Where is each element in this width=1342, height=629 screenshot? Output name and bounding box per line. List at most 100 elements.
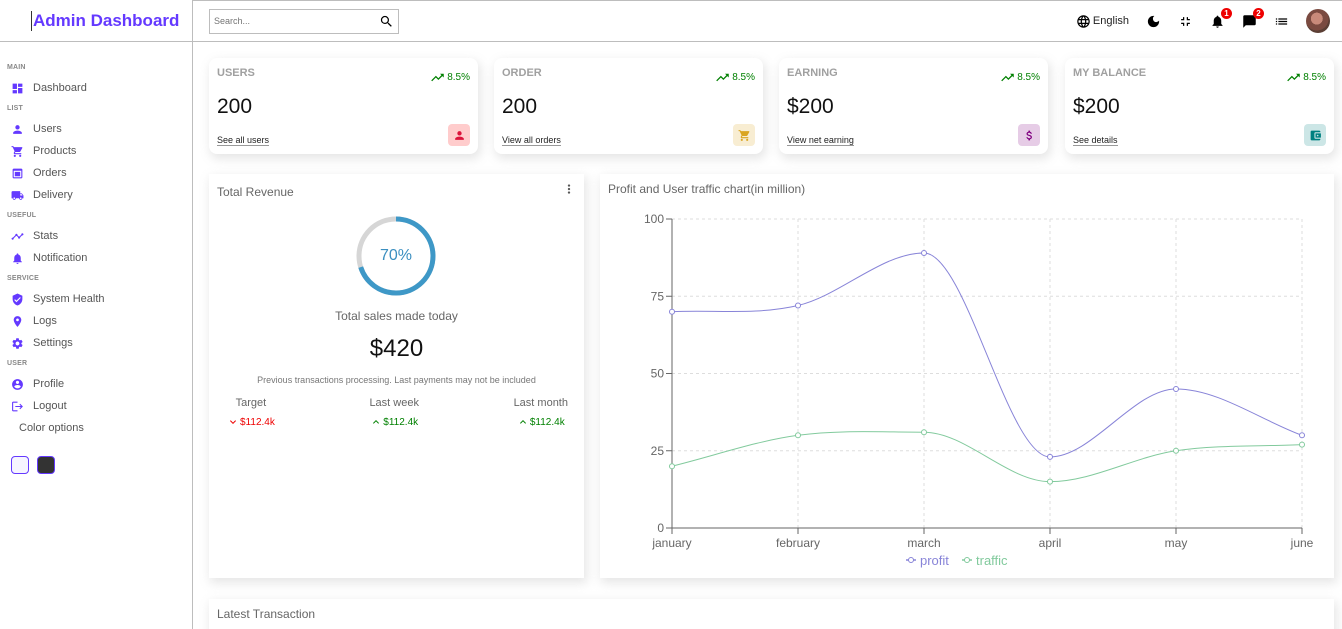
data-point-traffic[interactable] (1299, 441, 1305, 448)
sidebar-item-notification[interactable]: Notification (7, 247, 192, 269)
messages-button[interactable]: 2 (1242, 7, 1264, 29)
shield-icon (12, 293, 23, 305)
data-point-profit[interactable] (795, 302, 801, 309)
logs-icon (13, 315, 22, 327)
x-tick-label: april (1039, 536, 1062, 550)
data-point-traffic[interactable] (921, 429, 927, 436)
data-point-profit[interactable] (1047, 453, 1053, 460)
legend-marker-profit (908, 557, 914, 563)
widget-link[interactable]: View net earning (787, 135, 854, 146)
summary-value: $112.4k (369, 416, 419, 428)
y-tick-label: 100 (644, 212, 664, 226)
language-selector[interactable]: English (1076, 14, 1129, 29)
sidebar-item-system-health[interactable]: System Health (7, 288, 192, 310)
x-tick-label: march (907, 536, 940, 550)
data-point-traffic[interactable] (795, 432, 801, 439)
notifications-button[interactable]: 1 (1210, 7, 1232, 29)
user-avatar-button[interactable] (1306, 9, 1330, 33)
chevron-up-icon (519, 420, 526, 424)
sidebar-item-stats[interactable]: Stats (7, 225, 192, 247)
sidebar-item-delivery[interactable]: Delivery (7, 184, 192, 206)
gear-icon (12, 337, 23, 349)
revenue-summary: Target $112.4k Last week $112.4k Last mo… (227, 397, 568, 428)
stats-icon (11, 232, 24, 240)
sidebar-item-users[interactable]: Users (7, 118, 192, 140)
line-chart: 0 25 50 75 100 january february march april may ju… (644, 212, 1314, 568)
sidebar-item-logs[interactable]: Logs (7, 310, 192, 332)
latest-transaction-title: Latest Transaction (217, 607, 316, 621)
series-line-traffic (671, 431, 1303, 483)
x-tick-label: may (1165, 536, 1188, 550)
search-icon[interactable] (379, 14, 394, 29)
summary-title: Target (235, 397, 267, 409)
widget-count: $200 (1073, 95, 1120, 118)
sidebar-item-label: Users (33, 123, 62, 135)
widget-title: USERS (217, 67, 255, 79)
sidebar-item-settings[interactable]: Settings (7, 332, 192, 354)
sidebar-item-label: Products (33, 145, 77, 157)
data-point-traffic[interactable] (1173, 447, 1179, 454)
color-options-label: Color options (19, 422, 84, 434)
data-point-profit[interactable] (921, 249, 927, 256)
section-title-user: USER (7, 360, 28, 367)
sidebar: Admin Dashboard MAIN Dashboard LIST Users Pr… (0, 0, 193, 629)
profile-icon (12, 378, 23, 390)
search-input[interactable] (214, 16, 379, 26)
sidebar-item-label: Dashboard (33, 82, 87, 94)
widget-icon-box (448, 124, 470, 146)
widget-percentage-value: 8.5% (1303, 72, 1326, 83)
logout-icon (12, 401, 23, 411)
section-title-useful: USEFUL (7, 212, 37, 219)
sidebar-item-label: Delivery (33, 189, 73, 201)
dark-mode-toggle[interactable] (1146, 14, 1161, 29)
data-point-traffic[interactable] (669, 463, 675, 470)
widget-link[interactable]: View all orders (502, 135, 561, 146)
search-box (209, 8, 399, 34)
widget-link[interactable]: See details (1073, 135, 1118, 146)
brand-title[interactable]: Admin Dashboard (31, 10, 179, 31)
user-icon (13, 124, 22, 134)
sales-subtitle: Total sales made today (335, 309, 458, 323)
y-tick-label: 25 (651, 444, 665, 458)
data-point-profit[interactable] (1173, 385, 1179, 392)
sidebar-item-label: System Health (33, 293, 105, 305)
traffic-chart-card: Profit and User traffic chart(in million… (600, 174, 1334, 578)
widget-count: 200 (502, 95, 538, 118)
summary-item-last-week: Last week $112.4k (369, 397, 419, 428)
sidebar-item-profile[interactable]: Profile (7, 373, 192, 395)
sidebar-item-products[interactable]: Products (7, 140, 192, 162)
x-tick-label: january (651, 536, 691, 550)
sidebar-item-logout[interactable]: Logout (7, 395, 192, 417)
color-options (11, 456, 192, 474)
moon-icon (1147, 15, 1160, 27)
list-icon (1275, 17, 1288, 25)
color-option-light[interactable] (11, 456, 29, 474)
sidebar-item-orders[interactable]: Orders (7, 162, 192, 184)
fullscreen-exit-button[interactable] (1178, 14, 1193, 29)
summary-value: $112.4k (514, 416, 568, 428)
data-point-profit[interactable] (1299, 432, 1305, 439)
topbar: English 1 2 (193, 0, 1342, 42)
brand[interactable]: Admin Dashboard (0, 0, 192, 42)
data-point-profit[interactable] (669, 308, 675, 315)
more-options-button[interactable] (562, 182, 576, 201)
total-revenue-card: Total Revenue 70% Total sales made today… (209, 174, 584, 578)
list-menu-button[interactable] (1274, 14, 1289, 29)
color-option-dark[interactable] (37, 456, 55, 474)
widget-link[interactable]: See all users (217, 135, 270, 146)
app: Admin Dashboard MAIN Dashboard LIST Users Pr… (0, 0, 1342, 629)
data-point-traffic[interactable] (1047, 478, 1053, 485)
summary-title: Last month (513, 397, 568, 409)
y-tick-label: 50 (651, 367, 665, 381)
x-tick-label: june (1290, 536, 1314, 550)
legend-label-traffic[interactable]: traffic (976, 553, 1008, 568)
sidebar-item-dashboard[interactable]: Dashboard (7, 77, 192, 99)
orders-icon (12, 168, 23, 178)
language-label: English (1092, 15, 1129, 27)
avatar[interactable] (1306, 9, 1330, 33)
sidebar-item-label: Logs (33, 315, 57, 327)
widget-icon-box (733, 124, 755, 146)
person-icon (454, 130, 464, 140)
fullscreen-exit-icon (1181, 16, 1190, 26)
legend-label-profit[interactable]: profit (920, 553, 949, 568)
